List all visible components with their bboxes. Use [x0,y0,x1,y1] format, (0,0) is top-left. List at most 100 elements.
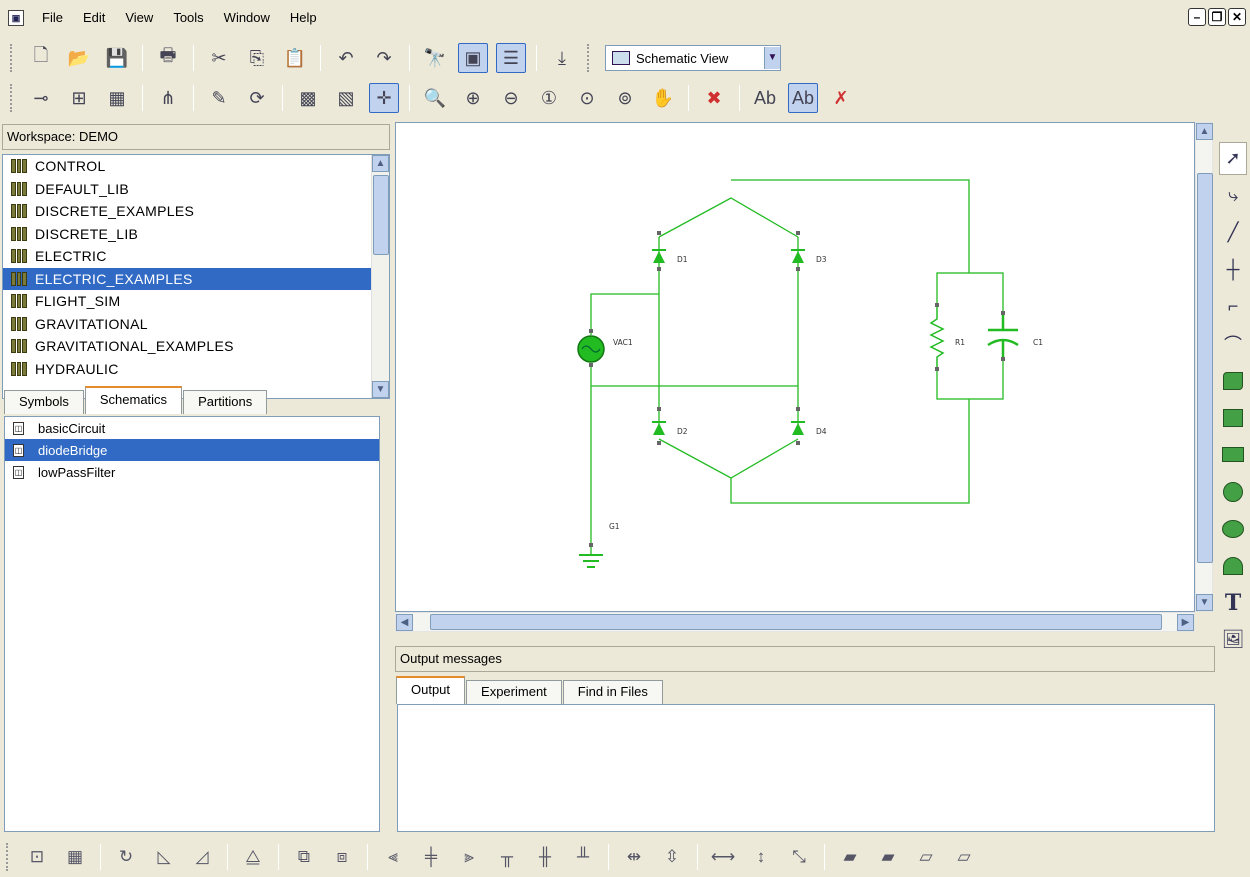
import-icon[interactable]: ⤓ [547,43,577,73]
align-left-icon[interactable]: ⫷ [379,843,407,871]
zoom-out-icon[interactable]: ⊖ [496,83,526,113]
zoom-in-icon[interactable]: ⊕ [458,83,488,113]
scroll-up-icon[interactable]: ▲ [372,155,389,172]
save-icon[interactable]: 💾 [102,43,132,73]
library-item[interactable]: ELECTRIC [3,245,389,268]
rectangle-tool-icon[interactable] [1219,438,1247,471]
library-item[interactable]: GRAVITATIONAL [3,313,389,336]
label-icon[interactable]: Ab [750,83,780,113]
block-icon[interactable]: ⊞ [64,83,94,113]
find-binoculars-icon[interactable]: 🔭 [420,43,450,73]
tab-experiment[interactable]: Experiment [466,680,562,704]
flip-icon[interactable]: ⧋ [239,843,267,871]
output-text-area[interactable] [397,704,1215,832]
diode-d4[interactable] [791,421,805,435]
layer-back-icon[interactable]: ▰ [874,843,902,871]
align-top-icon[interactable]: ╥ [493,843,521,871]
menu-tools[interactable]: Tools [163,0,213,36]
align-middle-icon[interactable]: ╫ [531,843,559,871]
schematic-item[interactable]: ◫ basicCircuit [5,417,379,439]
zoom-page-icon[interactable]: ⊙ [572,83,602,113]
cut-icon[interactable]: ✂ [204,43,234,73]
new-file-icon[interactable]: 🗋 [26,43,56,73]
group-icon[interactable]: ⊡ [23,843,51,871]
paste-icon[interactable]: 📋 [280,43,310,73]
zoom-actual-icon[interactable]: ① [534,83,564,113]
open-folder-icon[interactable]: 📂 [64,43,94,73]
canvas-vertical-scrollbar[interactable]: ▲ ▼ [1195,122,1213,612]
edit-parameters-icon[interactable]: ✎ [204,83,234,113]
layout-split-icon[interactable]: ☰ [496,43,526,73]
diode-d1[interactable] [652,249,666,263]
ground-g1[interactable] [579,554,603,568]
tab-symbols[interactable]: Symbols [4,390,84,414]
scroll-right-icon[interactable]: ▶ [1177,614,1194,631]
pan-hand-icon[interactable]: ✋ [648,83,678,113]
image-tool-icon[interactable]: 🖼 [1219,623,1247,656]
voltage-source-vac1[interactable] [577,335,605,363]
undo-icon[interactable]: ↶ [331,43,361,73]
ungroup-icon[interactable]: ▦ [61,843,89,871]
orthogonal-line-icon[interactable]: ┼ [1219,253,1247,286]
ellipse-tool-icon[interactable] [1219,512,1247,545]
library-item[interactable]: CONTROL [3,155,389,178]
rotate-left-icon[interactable]: ◺ [150,843,178,871]
text-tool-icon[interactable]: T [1219,586,1247,619]
distribute-vertical-icon[interactable]: ⇳ [658,843,686,871]
layer-backward-icon[interactable]: ▱ [950,843,978,871]
scroll-down-icon[interactable]: ▼ [1196,594,1213,611]
connect-icon[interactable]: ✛ [369,83,399,113]
restore-icon[interactable]: ❐ [1208,8,1226,26]
layer-front-icon[interactable]: ▰ [836,843,864,871]
redo-icon[interactable]: ↷ [369,43,399,73]
minimize-icon[interactable]: – [1188,8,1206,26]
connector-icon[interactable]: ⤷ [1219,179,1247,212]
zoom-fit-icon[interactable]: 🔍 [420,83,450,113]
curve-tool-icon[interactable]: ⌒ [1219,327,1247,360]
symbol-editor-icon[interactable]: ▦ [102,83,132,113]
send-back-icon[interactable]: ⧈ [328,843,356,871]
scroll-down-icon[interactable]: ▼ [372,381,389,398]
schematic-item-selected[interactable]: ◫ diodeBridge [5,439,379,461]
library-scrollbar[interactable]: ▲ ▼ [371,155,389,398]
chevron-down-icon[interactable]: ▼ [764,47,780,69]
view-select[interactable]: Schematic View ▼ [605,45,781,71]
close-icon[interactable]: ✕ [1228,8,1246,26]
polygon-tool-icon[interactable] [1219,364,1247,397]
align-right-icon[interactable]: ⫸ [455,843,483,871]
distribute-horizontal-icon[interactable]: ⇹ [620,843,648,871]
schematic-list[interactable]: ◫ basicCircuit ◫ diodeBridge ◫ lowPassFilte… [4,416,380,832]
layout-single-icon[interactable]: ▣ [458,43,488,73]
label-toggle-icon[interactable]: Ab [788,83,818,113]
print-icon[interactable]: 🖶 [153,43,183,73]
arc-tool-icon[interactable] [1219,549,1247,582]
toolbar-grip[interactable] [6,842,10,871]
tab-schematics[interactable]: Schematics [84,386,183,414]
same-height-icon[interactable]: ↕ [747,843,775,871]
library-item[interactable]: FLIGHT_SIM [3,290,389,313]
tab-output[interactable]: Output [396,676,466,704]
schematic-item[interactable]: ◫ lowPassFilter [5,461,379,483]
menu-edit[interactable]: Edit [73,0,115,36]
toolbar-grip[interactable] [587,44,591,72]
scroll-left-icon[interactable]: ◀ [396,614,413,631]
snap-grid-icon[interactable]: ▧ [331,83,361,113]
circle-tool-icon[interactable] [1219,475,1247,508]
library-item[interactable]: DISCRETE_LIB [3,223,389,246]
same-size-icon[interactable]: ⤡ [785,843,813,871]
tab-find-in-files[interactable]: Find in Files [562,680,663,704]
diode-d2[interactable] [652,421,666,435]
label-remove-icon[interactable]: ✗ [826,83,856,113]
line-tool-icon[interactable]: ╱ [1219,216,1247,249]
library-item[interactable]: DISCRETE_EXAMPLES [3,200,389,223]
toolbar-grip[interactable] [10,84,14,112]
same-width-icon[interactable]: ⟷ [709,843,737,871]
library-item[interactable]: DEFAULT_LIB [3,178,389,201]
square-tool-icon[interactable] [1219,401,1247,434]
simulate-icon[interactable]: ⟳ [242,83,272,113]
zoom-selection-icon[interactable]: ⊚ [610,83,640,113]
tab-partitions[interactable]: Partitions [183,390,268,414]
toolbar-grip[interactable] [10,44,14,72]
delete-connection-icon[interactable]: ✖ [699,83,729,113]
menu-view[interactable]: View [115,0,163,36]
